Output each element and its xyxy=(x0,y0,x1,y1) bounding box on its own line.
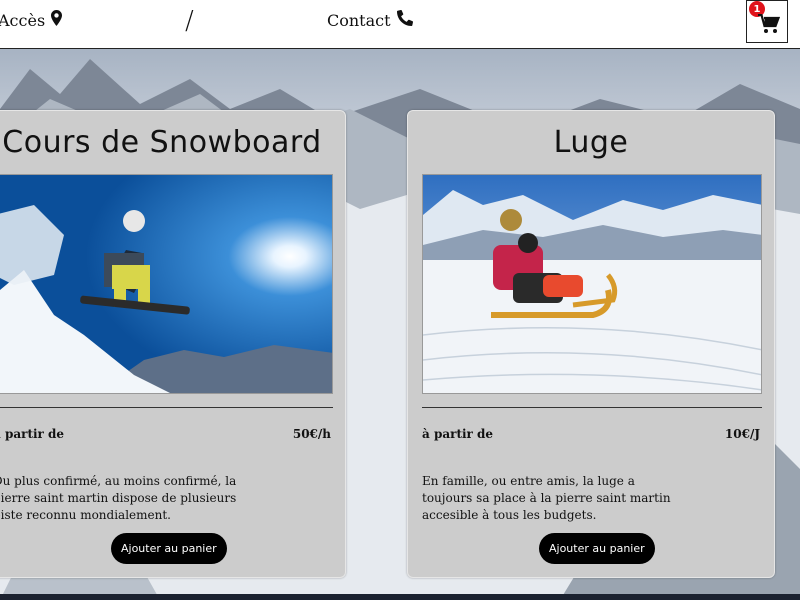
price-value: 50€/h xyxy=(292,427,331,441)
nav-separator: / xyxy=(185,6,194,36)
snowboarder-photo xyxy=(0,174,333,394)
product-card-luge: Luge à partir de 10€/J En famille, ou en… xyxy=(407,110,775,578)
price-label: à partir de xyxy=(0,427,65,441)
product-card-snowboard: Cours de Snowboard à partir de 50€/h Du … xyxy=(0,110,346,578)
price-value: 10€/J xyxy=(724,427,760,441)
cart-button[interactable]: 1 xyxy=(746,0,788,43)
card-divider xyxy=(422,407,762,408)
card-title: Cours de Snowboard xyxy=(2,125,322,160)
map-marker-icon xyxy=(51,10,63,30)
footer-edge xyxy=(0,594,800,600)
nav-contact-label: Contact xyxy=(327,10,391,30)
card-title: Luge xyxy=(553,125,629,160)
price-label: à partir de xyxy=(422,427,494,441)
card-description: En famille, ou entre amis, la luge a tou… xyxy=(422,474,671,522)
shopping-cart-icon xyxy=(758,13,781,38)
nav-acces-link[interactable]: Accès xyxy=(0,10,63,30)
phone-icon xyxy=(396,9,413,30)
top-navigation-bar: Accès / Contact 1 xyxy=(0,0,800,49)
card-description: Du plus confirmé, au moins confirmé, la … xyxy=(0,474,237,522)
card-divider xyxy=(0,407,333,408)
sledding-photo xyxy=(422,174,762,394)
nav-acces-label: Accès xyxy=(0,10,46,30)
add-to-cart-button[interactable]: Ajouter au panier xyxy=(111,533,227,564)
add-to-cart-button[interactable]: Ajouter au panier xyxy=(539,533,655,564)
nav-contact-link[interactable]: Contact xyxy=(327,9,413,30)
